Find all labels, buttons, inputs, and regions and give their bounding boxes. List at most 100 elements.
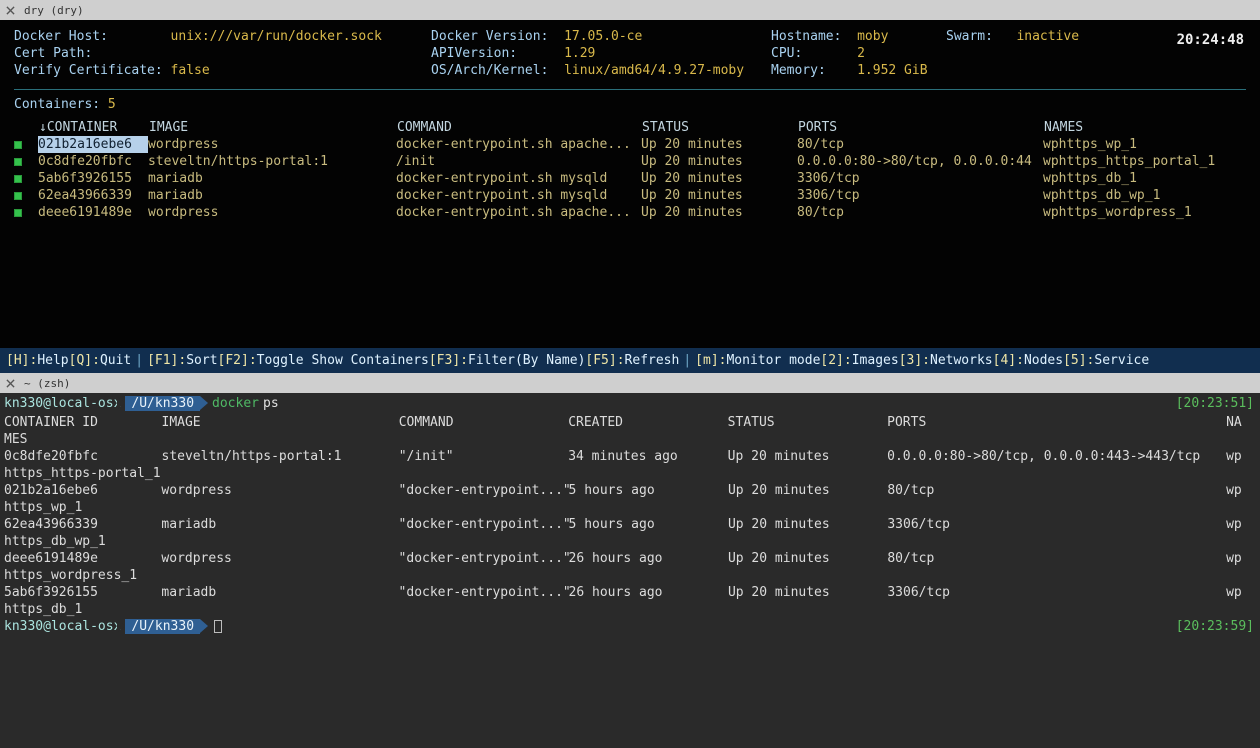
- ps-ports: 80/tcp: [887, 482, 1226, 499]
- ps-created: 5 hours ago: [569, 516, 728, 533]
- table-row[interactable]: 5ab6f3926155mariadbdocker-entrypoint.sh …: [14, 170, 1246, 187]
- info-label: APIVersion:: [431, 45, 564, 62]
- ps-command: "docker-entrypoint...": [399, 584, 569, 601]
- command-ps: ps: [259, 395, 279, 412]
- help-key[interactable]: [F1]:: [147, 352, 186, 369]
- info-value: moby: [857, 28, 888, 45]
- help-text: Refresh: [625, 352, 680, 369]
- container-id: 5ab6f3926155: [38, 170, 148, 187]
- container-ports: 80/tcp: [797, 136, 1043, 153]
- ps-image: wordpress: [161, 550, 398, 567]
- help-text: Quit: [100, 352, 131, 369]
- ps-row: 021b2a16ebe6wordpress"docker-entrypoint.…: [4, 482, 1256, 499]
- container-command: docker-entrypoint.sh apache...: [396, 204, 641, 221]
- ps-image: mariadb: [161, 516, 398, 533]
- info-label: Swarm:: [946, 28, 1016, 45]
- close-icon[interactable]: [0, 379, 20, 388]
- ps-image: wordpress: [161, 482, 398, 499]
- help-key[interactable]: [H]:: [6, 352, 37, 369]
- ps-image: mariadb: [161, 584, 398, 601]
- ps-name-wrap: https_db_wp_1: [4, 533, 1256, 550]
- info-value: 1.29: [564, 45, 595, 62]
- tab-title-top: dry (dry): [20, 4, 84, 17]
- container-command: docker-entrypoint.sh mysqld: [396, 170, 641, 187]
- col-image[interactable]: IMAGE: [149, 119, 397, 136]
- help-text: Filter(By Name): [468, 352, 585, 369]
- ps-name-wrap: https_wordpress_1: [4, 567, 1256, 584]
- ps-created: 5 hours ago: [569, 482, 728, 499]
- help-key[interactable]: [4]:: [993, 352, 1024, 369]
- ps-ports: 3306/tcp: [887, 584, 1226, 601]
- containers-count: Containers: 5: [14, 96, 1246, 113]
- col-status[interactable]: STATUS: [642, 119, 798, 136]
- table-row[interactable]: 62ea43966339mariadbdocker-entrypoint.sh …: [14, 187, 1246, 204]
- ps-ports: 3306/tcp: [887, 516, 1226, 533]
- table-row[interactable]: 0c8dfe20fbfcsteveltn/https-portal:1/init…: [14, 153, 1246, 170]
- ps-name-trunc: wp: [1226, 584, 1256, 601]
- prompt-line-1: kn330@local-osx /U/kn330 docker ps [20:2…: [4, 395, 1256, 412]
- container-status: Up 20 minutes: [641, 204, 797, 221]
- help-key[interactable]: [Q]:: [69, 352, 100, 369]
- cursor-icon: [214, 620, 222, 633]
- info-block: Docker Host: unix:///var/run/docker.sock…: [14, 28, 1246, 79]
- container-name: wphttps_wordpress_1: [1043, 204, 1243, 221]
- container-image: steveltn/https-portal:1: [148, 153, 396, 170]
- table-row[interactable]: 021b2a16ebe6wordpressdocker-entrypoint.s…: [14, 136, 1246, 153]
- status-icon: [14, 175, 22, 183]
- help-key[interactable]: [F5]:: [585, 352, 624, 369]
- ps-id: 5ab6f3926155: [4, 584, 161, 601]
- ps-created: 26 hours ago: [569, 550, 728, 567]
- prompt-host: kn330@local-osx: [4, 395, 125, 412]
- help-text: Monitor mode: [726, 352, 820, 369]
- ps-command: "docker-entrypoint...": [399, 550, 569, 567]
- info-label: Docker Version:: [431, 28, 564, 45]
- close-icon[interactable]: [0, 6, 20, 15]
- prompt-path: /U/kn330: [125, 396, 200, 411]
- table-row[interactable]: deee6191489ewordpressdocker-entrypoint.s…: [14, 204, 1246, 221]
- ps-ports: 0.0.0.0:80->80/tcp, 0.0.0.0:443->443/tcp: [887, 448, 1226, 465]
- info-label: Hostname:: [771, 28, 857, 45]
- ps-name-wrap: https_wp_1: [4, 499, 1256, 516]
- container-image: wordpress: [148, 204, 396, 221]
- help-key[interactable]: [5]:: [1063, 352, 1094, 369]
- container-ports: 0.0.0.0:80->80/tcp, 0.0.0.0:44: [797, 153, 1043, 170]
- container-status: Up 20 minutes: [641, 153, 797, 170]
- help-key[interactable]: [m]:: [695, 352, 726, 369]
- help-key[interactable]: [3]:: [899, 352, 930, 369]
- container-name: wphttps_db_1: [1043, 170, 1243, 187]
- help-key[interactable]: [F3]:: [429, 352, 468, 369]
- container-status: Up 20 minutes: [641, 170, 797, 187]
- col-container[interactable]: ↓CONTAINER: [39, 119, 149, 136]
- container-id: 62ea43966339: [38, 187, 148, 204]
- status-icon: [14, 141, 22, 149]
- help-key[interactable]: [2]:: [820, 352, 851, 369]
- container-name: wphttps_db_wp_1: [1043, 187, 1243, 204]
- ps-status: Up 20 minutes: [728, 584, 887, 601]
- info-label: Docker Host:: [14, 28, 171, 45]
- container-name: wphttps_wp_1: [1043, 136, 1243, 153]
- container-command: /init: [396, 153, 641, 170]
- zsh-pane[interactable]: kn330@local-osx /U/kn330 docker ps [20:2…: [0, 393, 1260, 748]
- ps-created: 34 minutes ago: [568, 448, 727, 465]
- ps-row: deee6191489ewordpress"docker-entrypoint.…: [4, 550, 1256, 567]
- container-name: wphttps_https_portal_1: [1043, 153, 1243, 170]
- dry-pane[interactable]: 20:24:48 Docker Host: unix:///var/run/do…: [0, 20, 1260, 373]
- separator-pipe: |: [683, 352, 691, 369]
- help-key[interactable]: [F2]:: [218, 352, 257, 369]
- container-image: mariadb: [148, 187, 396, 204]
- col-names[interactable]: NAMES: [1044, 119, 1244, 136]
- ps-id: 021b2a16ebe6: [4, 482, 161, 499]
- col-command[interactable]: COMMAND: [397, 119, 642, 136]
- ps-command: "docker-entrypoint...": [399, 516, 569, 533]
- status-icon: [14, 192, 22, 200]
- status-icon: [14, 209, 22, 217]
- info-value: 1.952 GiB: [857, 62, 927, 79]
- table-header: ↓CONTAINER IMAGE COMMAND STATUS PORTS NA…: [14, 119, 1246, 136]
- bottom-tab-strip: ~ (zsh): [0, 373, 1260, 393]
- col-ports[interactable]: PORTS: [798, 119, 1044, 136]
- help-bar: [H]:Help [Q]:Quit | [F1]:Sort [F2]:Toggl…: [0, 348, 1260, 373]
- tab-title-bottom: ~ (zsh): [20, 377, 70, 390]
- help-text: Nodes: [1024, 352, 1063, 369]
- container-ports: 3306/tcp: [797, 187, 1043, 204]
- help-text: Networks: [930, 352, 993, 369]
